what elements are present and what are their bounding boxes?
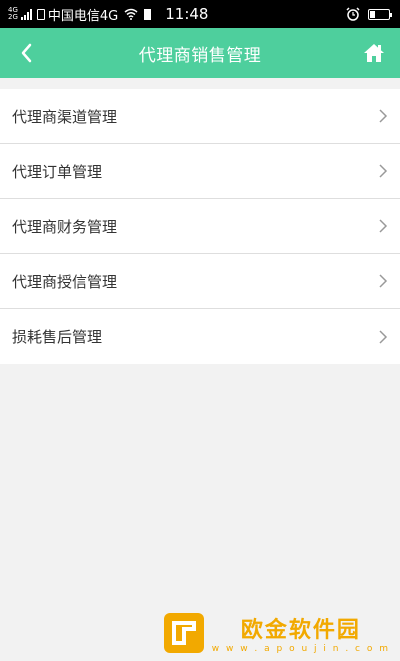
menu-item-label: 损耗售后管理 (12, 328, 103, 346)
signal-icon (20, 8, 33, 20)
home-button[interactable] (356, 28, 392, 78)
chevron-right-icon (379, 274, 388, 288)
menu-item-order-management[interactable]: 代理订单管理 (0, 144, 400, 199)
chevron-right-icon (379, 109, 388, 123)
sim-card-icon (36, 8, 45, 20)
menu-item-label: 代理商财务管理 (12, 217, 118, 236)
menu-item-label: 代理订单管理 (12, 162, 103, 181)
page-title: 代理商销售管理 (138, 45, 262, 66)
charging-icon (144, 8, 152, 20)
status-bar: 4G 2G 中国电信4G 11:48 (0, 0, 400, 28)
menu-item-after-sales-management[interactable]: 损耗售后管理 (0, 309, 400, 364)
network-type-badge: 4G 2G (8, 7, 18, 21)
menu-list: 代理商渠道管理 代理订单管理 代理商财务管理 代理商授信管理 损耗售后管理 (0, 89, 400, 364)
wifi-icon (124, 8, 138, 20)
battery-icon (368, 8, 392, 20)
watermark: 欧金软件园 w w w . a p o u j i n . c o m (162, 611, 390, 655)
network-badge-bottom: 2G (8, 13, 18, 21)
menu-item-channel-management[interactable]: 代理商渠道管理 (0, 89, 400, 144)
alarm-clock-icon (346, 7, 360, 21)
chevron-right-icon (379, 219, 388, 233)
watermark-url: w w w . a p o u j i n . c o m (211, 644, 390, 654)
menu-item-credit-management[interactable]: 代理商授信管理 (0, 254, 400, 309)
back-button[interactable] (8, 28, 44, 78)
clock-time: 11:48 (165, 5, 209, 23)
watermark-logo-icon (163, 613, 204, 653)
menu-item-label: 代理商授信管理 (12, 272, 118, 291)
menu-item-finance-management[interactable]: 代理商财务管理 (0, 199, 400, 254)
chevron-right-icon (379, 329, 388, 344)
carrier-name: 中国电信4G (47, 8, 119, 24)
chevron-right-icon (379, 164, 388, 178)
home-icon (364, 44, 384, 62)
app-header: 代理商销售管理 (0, 28, 400, 78)
chevron-left-icon (21, 43, 32, 63)
menu-item-label: 代理商渠道管理 (12, 107, 118, 126)
watermark-title: 欧金软件园 (240, 618, 361, 643)
